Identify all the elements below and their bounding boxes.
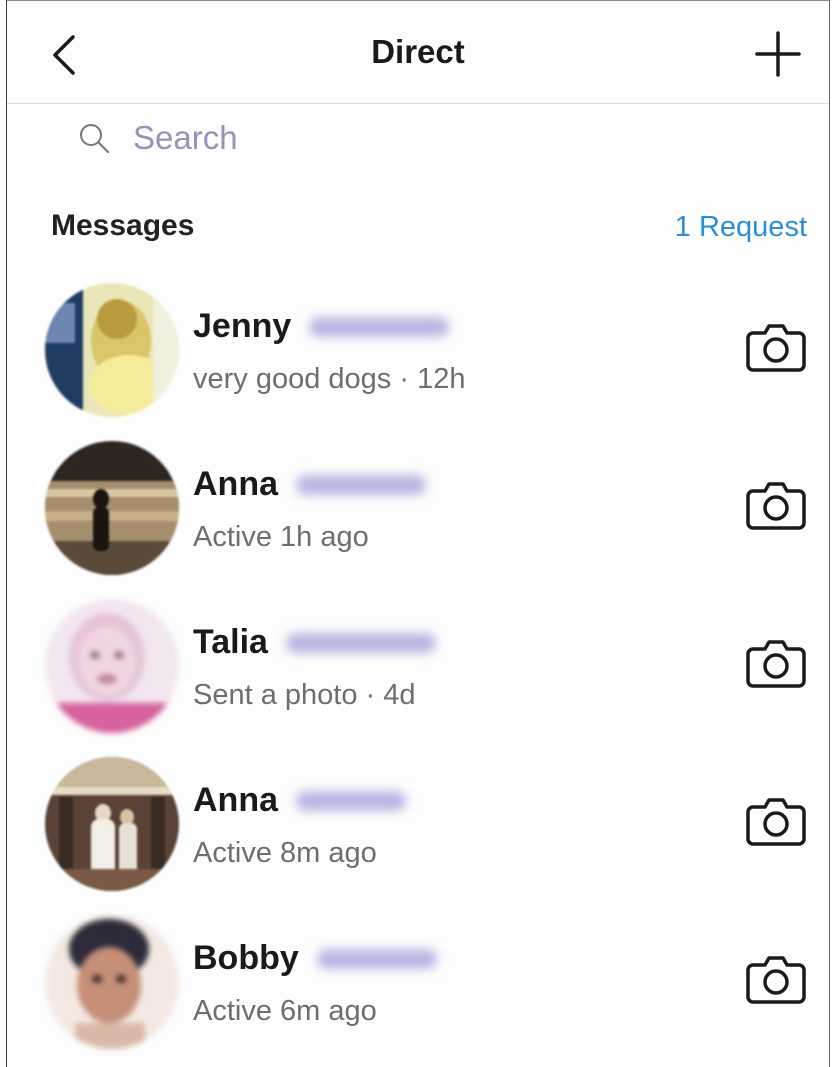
redacted-surname — [316, 948, 437, 969]
header-bar: Direct — [7, 1, 829, 104]
camera-icon[interactable] — [745, 319, 807, 375]
conversation-row-bobby[interactable]: Bobby Active 6m ago — [7, 903, 829, 1061]
page-title: Direct — [371, 33, 465, 70]
camera-icon[interactable] — [745, 635, 807, 691]
contact-name: Bobby — [193, 939, 299, 977]
avatar — [45, 441, 179, 575]
camera-icon[interactable] — [745, 793, 807, 849]
conversation-row-talia[interactable]: Talia Sent a photo · 4d — [7, 587, 829, 745]
active-status: Active 1h ago — [193, 521, 369, 553]
avatar — [45, 599, 179, 733]
message-requests-link[interactable]: 1 Request — [675, 211, 807, 244]
direct-messages-screen: Direct Search Messages 1 Request Jenny v… — [6, 0, 830, 1067]
conversation-name-line: Talia — [193, 623, 436, 662]
contact-name: Anna — [193, 781, 278, 819]
search-icon — [80, 124, 109, 153]
active-status: Active 8m ago — [193, 837, 377, 869]
redacted-surname — [285, 632, 436, 653]
search-placeholder: Search — [133, 119, 238, 156]
redacted-surname — [309, 316, 450, 337]
last-message-preview: very good dogs · 12h — [193, 363, 466, 395]
avatar — [45, 283, 179, 417]
last-message-preview: Sent a photo · 4d — [193, 679, 416, 711]
avatar — [45, 915, 179, 1049]
new-message-plus-icon[interactable] — [755, 31, 801, 77]
redacted-surname — [296, 790, 406, 811]
camera-icon[interactable] — [745, 477, 807, 533]
contact-name: Anna — [193, 465, 278, 503]
active-status: Active 6m ago — [193, 995, 377, 1027]
conversation-row-anna-2[interactable]: Anna Active 8m ago — [7, 745, 829, 903]
redacted-surname — [296, 474, 426, 495]
search-input[interactable]: Search — [77, 113, 238, 163]
messages-heading: Messages — [51, 209, 195, 242]
conversation-name-line: Bobby — [193, 939, 437, 978]
contact-name: Talia — [193, 623, 268, 661]
conversation-name-line: Anna — [193, 465, 426, 504]
contact-name: Jenny — [193, 307, 292, 345]
conversation-name-line: Anna — [193, 781, 406, 820]
conversation-name-line: Jenny — [193, 307, 450, 346]
avatar — [45, 757, 179, 891]
conversation-row-anna[interactable]: Anna Active 1h ago — [7, 429, 829, 587]
camera-icon[interactable] — [745, 951, 807, 1007]
conversation-row-jenny[interactable]: Jenny very good dogs · 12h — [7, 271, 829, 429]
conversation-list: Jenny very good dogs · 12h Anna Active 1… — [7, 271, 829, 1061]
messages-section-header: Messages 1 Request — [51, 207, 807, 251]
